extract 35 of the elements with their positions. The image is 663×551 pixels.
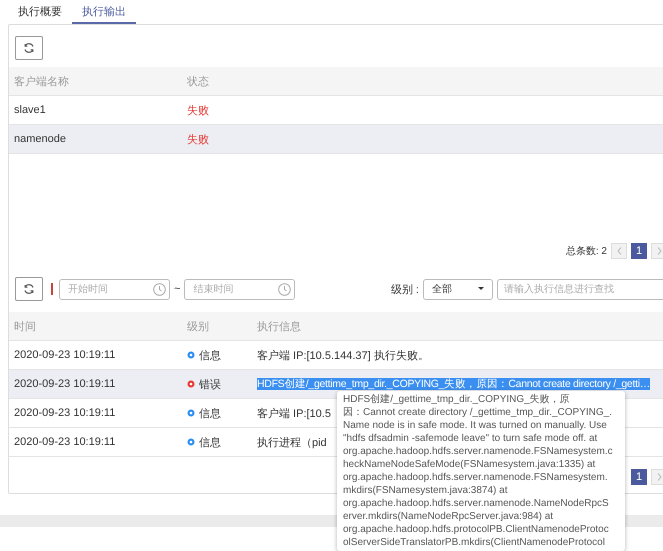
level-text: 错误 bbox=[199, 378, 221, 392]
column-header: 状态 bbox=[187, 74, 209, 88]
total-count: 总条数: 2 bbox=[566, 244, 607, 258]
table-cell: 2020-09-23 10:19:11 bbox=[14, 407, 116, 419]
table-cell: slave1 bbox=[14, 104, 46, 116]
message-text: HDFS创建/_gettime_tmp_dir._COPYING_失败，原因：Cannot create directory /_getti… bbox=[257, 378, 650, 390]
tooltip-line: org.apache.hadoop.hdfs.server.namenode.FSNamesystem. bbox=[343, 471, 609, 484]
tooltip-line: erver.mkdirs(NameNodeRpcServer.java:984) at bbox=[343, 510, 554, 523]
tooltip-line: org.apache.hadoop.hdfs.server.namenode.FSNamesystem.c bbox=[343, 445, 614, 458]
column-header: 客户端名称 bbox=[14, 74, 69, 88]
column-header: 执行信息 bbox=[257, 320, 301, 334]
tooltip-line: Name node is in safe mode. It was turned on manually. Use bbox=[343, 419, 608, 432]
level-text: 信息 bbox=[199, 406, 221, 420]
status-text: 失败 bbox=[187, 132, 209, 146]
range-separator: ~ bbox=[174, 283, 180, 295]
level-text: 信息 bbox=[199, 436, 221, 450]
tooltip-line: org.apache.hadoop.hdfs.protocolPB.ClientNamenodeProtoc bbox=[343, 523, 610, 536]
tooltip-line: mkdirs(FSNamesystem.java:3874) at bbox=[343, 484, 508, 497]
level-label: 级别 : bbox=[390, 282, 419, 296]
table-cell: 2020-09-23 10:19:11 bbox=[14, 378, 116, 390]
tooltip-line: heckNameNodeSafeMode(FSNamesystem.java:1335) at bbox=[343, 458, 596, 471]
message-text: 执行进程（pid bbox=[257, 436, 327, 450]
tooltip-line: 因：Cannot create directory /_gettime_tmp_dir._COPYING_. bbox=[343, 406, 614, 419]
status-text: 失败 bbox=[187, 104, 209, 118]
tooltip-line: org.apache.hadoop.hdfs.server.namenode.NameNodeRpcS bbox=[343, 497, 610, 510]
column-header: 时间 bbox=[14, 320, 36, 334]
tooltip-line: olServerSideTranslatorPB.mkdirs(ClientNamenodeProtocol bbox=[343, 536, 606, 549]
tooltip-line: "hdfs dfsadmin -safemode leave" to turn safe mode off. at bbox=[343, 432, 598, 445]
column-header: 级别 bbox=[187, 320, 209, 334]
table-cell: namenode bbox=[14, 133, 66, 145]
table-cell: 2020-09-23 10:19:11 bbox=[14, 436, 116, 448]
message-text: 客户端 IP:[10.5 bbox=[257, 406, 331, 420]
table-cell: 2020-09-23 10:19:11 bbox=[14, 349, 116, 361]
level-text: 信息 bbox=[199, 348, 221, 362]
message-text: 客户端 IP:[10.5.144.37] 执行失败。 bbox=[257, 348, 429, 362]
